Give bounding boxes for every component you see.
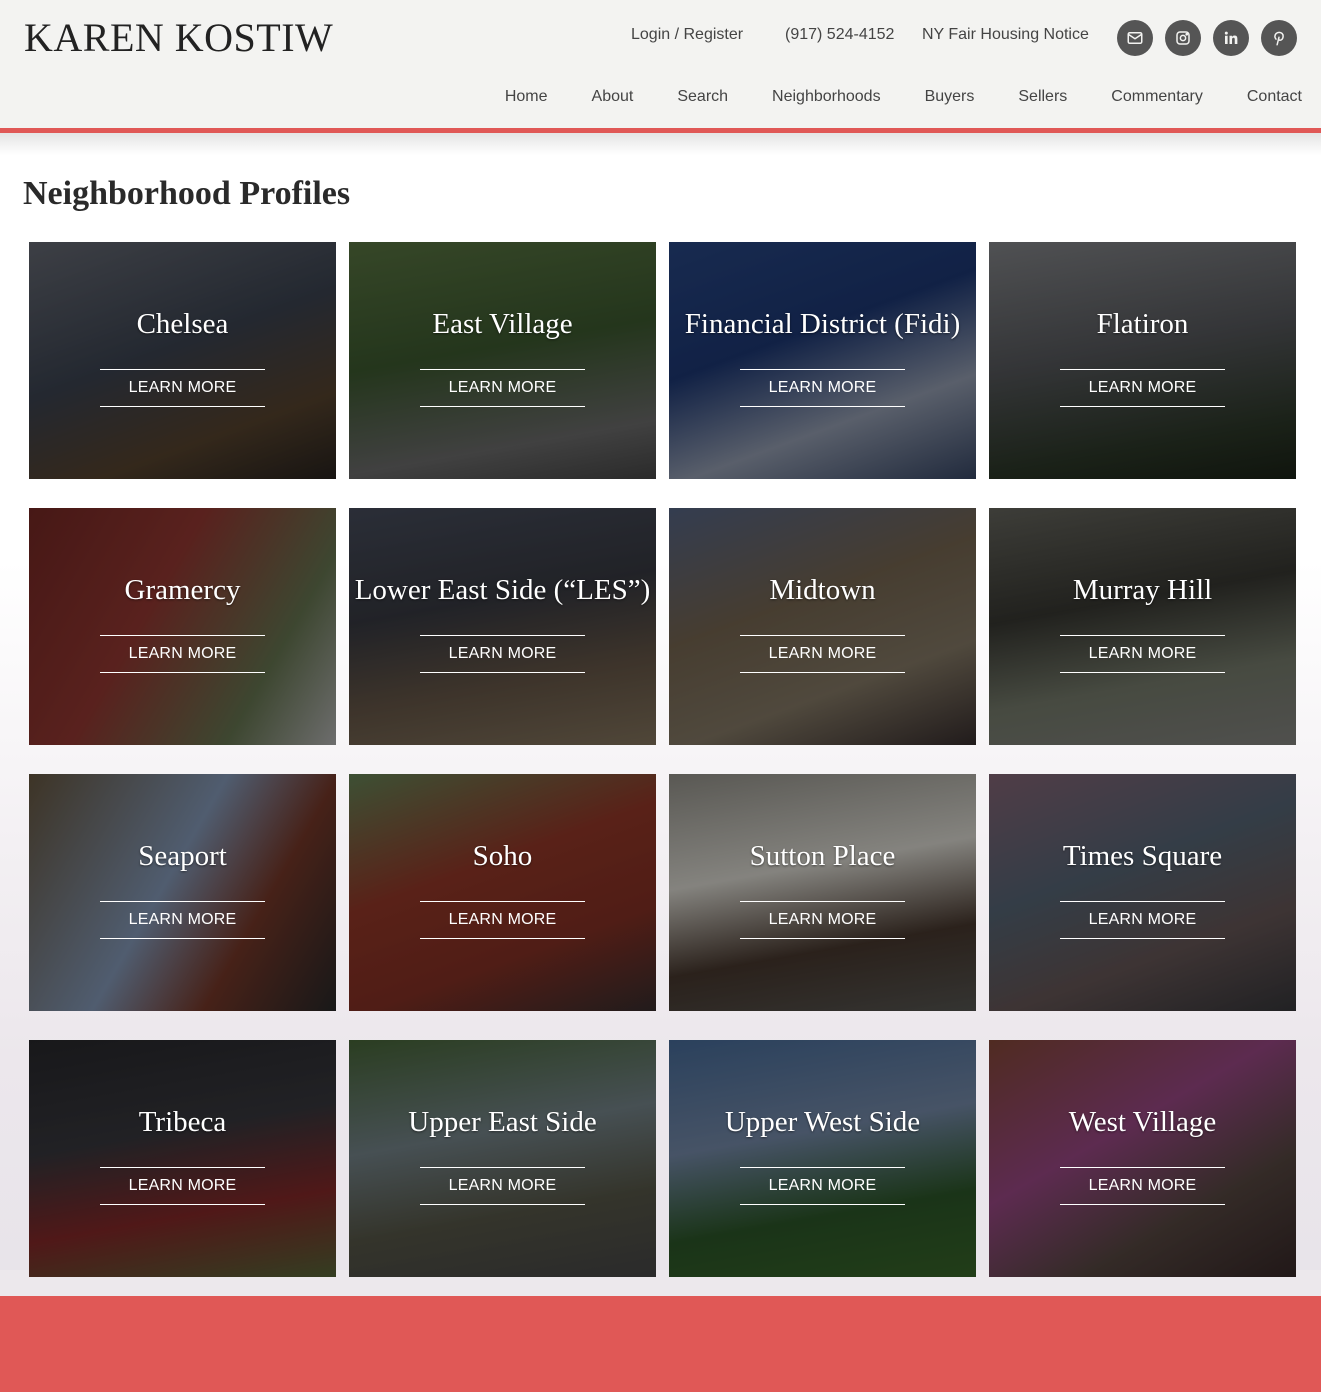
neighborhood-name: Gramercy [124, 574, 241, 606]
nav-sellers[interactable]: Sellers [1018, 88, 1067, 106]
instagram-button[interactable] [1165, 20, 1201, 56]
neighborhood-card-times-square[interactable]: Times Square LEARN MORE [989, 774, 1296, 1011]
page-title: Neighborhood Profiles [23, 175, 351, 212]
neighborhood-name: Upper East Side [408, 1106, 597, 1138]
photo-overlay [989, 508, 1296, 745]
neighborhood-name: Lower East Side (“LES”) [354, 574, 651, 606]
main-nav: Home About Search Neighborhoods Buyers S… [505, 88, 1302, 106]
photo-overlay [349, 242, 656, 479]
pinterest-icon [1274, 31, 1284, 46]
photo-overlay [669, 1040, 976, 1277]
login-register-link[interactable]: Login / Register [631, 26, 743, 44]
site-logo[interactable]: KAREN KOSTIW [24, 14, 333, 61]
neighborhood-card-gramercy[interactable]: Gramercy LEARN MORE [29, 508, 336, 745]
learn-more-button[interactable]: LEARN MORE [100, 1167, 265, 1205]
learn-more-button[interactable]: LEARN MORE [420, 369, 585, 407]
nav-search[interactable]: Search [677, 88, 728, 106]
instagram-icon [1176, 31, 1190, 45]
site-header: KAREN KOSTIW Login / Register (917) 524-… [0, 0, 1321, 128]
neighborhood-card-financial-district-fidi[interactable]: Financial District (Fidi) LEARN MORE [669, 242, 976, 479]
photo-overlay [989, 1040, 1296, 1277]
nav-home[interactable]: Home [505, 88, 548, 106]
photo-overlay [349, 1040, 656, 1277]
photo-overlay [29, 1040, 336, 1277]
photo-overlay [669, 242, 976, 479]
neighborhood-card-tribeca[interactable]: Tribeca LEARN MORE [29, 1040, 336, 1277]
neighborhood-grid: Chelsea LEARN MORE East Village LEARN MORE F… [29, 242, 1296, 1277]
photo-overlay [989, 774, 1296, 1011]
neighborhood-name: Soho [472, 840, 533, 872]
neighborhood-card-east-village[interactable]: East Village LEARN MORE [349, 242, 656, 479]
neighborhood-name: Times Square [1062, 840, 1223, 872]
neighborhood-name: Midtown [769, 574, 876, 606]
learn-more-button[interactable]: LEARN MORE [740, 635, 905, 673]
neighborhood-name: Chelsea [136, 308, 229, 340]
photo-overlay [669, 774, 976, 1011]
neighborhood-card-lower-east-side-les[interactable]: Lower East Side (“LES”) LEARN MORE [349, 508, 656, 745]
photo-overlay [669, 508, 976, 745]
photo-overlay [29, 774, 336, 1011]
photo-overlay [349, 774, 656, 1011]
neighborhood-card-seaport[interactable]: Seaport LEARN MORE [29, 774, 336, 1011]
photo-overlay [349, 508, 656, 745]
neighborhood-card-murray-hill[interactable]: Murray Hill LEARN MORE [989, 508, 1296, 745]
photo-overlay [29, 508, 336, 745]
neighborhood-name: Upper West Side [724, 1106, 921, 1138]
nav-contact[interactable]: Contact [1247, 88, 1302, 106]
nav-about[interactable]: About [592, 88, 634, 106]
learn-more-button[interactable]: LEARN MORE [100, 369, 265, 407]
learn-more-button[interactable]: LEARN MORE [420, 1167, 585, 1205]
learn-more-button[interactable]: LEARN MORE [100, 901, 265, 939]
email-icon [1127, 32, 1143, 44]
email-button[interactable] [1117, 20, 1153, 56]
learn-more-button[interactable]: LEARN MORE [740, 369, 905, 407]
phone-link[interactable]: (917) 524-4152 [785, 26, 894, 44]
neighborhood-name: Sutton Place [749, 840, 896, 872]
neighborhood-card-upper-west-side[interactable]: Upper West Side LEARN MORE [669, 1040, 976, 1277]
neighborhood-name: Seaport [138, 840, 227, 872]
learn-more-button[interactable]: LEARN MORE [1060, 901, 1225, 939]
neighborhood-card-chelsea[interactable]: Chelsea LEARN MORE [29, 242, 336, 479]
nav-neighborhoods[interactable]: Neighborhoods [772, 88, 881, 106]
neighborhood-card-midtown[interactable]: Midtown LEARN MORE [669, 508, 976, 745]
learn-more-button[interactable]: LEARN MORE [1060, 369, 1225, 407]
header-shadow [0, 133, 1321, 155]
learn-more-button[interactable]: LEARN MORE [420, 901, 585, 939]
linkedin-button[interactable] [1213, 20, 1249, 56]
neighborhood-card-sutton-place[interactable]: Sutton Place LEARN MORE [669, 774, 976, 1011]
nav-buyers[interactable]: Buyers [925, 88, 975, 106]
learn-more-button[interactable]: LEARN MORE [420, 635, 585, 673]
site-footer [0, 1296, 1321, 1392]
social-links [1117, 20, 1297, 56]
neighborhood-name: Murray Hill [1072, 574, 1213, 606]
nav-commentary[interactable]: Commentary [1111, 88, 1203, 106]
neighborhood-name: East Village [432, 308, 573, 340]
neighborhood-name: Tribeca [138, 1106, 227, 1138]
fair-housing-link[interactable]: NY Fair Housing Notice [922, 26, 1089, 44]
neighborhood-card-upper-east-side[interactable]: Upper East Side LEARN MORE [349, 1040, 656, 1277]
linkedin-icon [1224, 31, 1238, 44]
learn-more-button[interactable]: LEARN MORE [740, 1167, 905, 1205]
learn-more-button[interactable]: LEARN MORE [1060, 1167, 1225, 1205]
learn-more-button[interactable]: LEARN MORE [740, 901, 905, 939]
learn-more-button[interactable]: LEARN MORE [1060, 635, 1225, 673]
neighborhood-card-soho[interactable]: Soho LEARN MORE [349, 774, 656, 1011]
pinterest-button[interactable] [1261, 20, 1297, 56]
photo-overlay [989, 242, 1296, 479]
neighborhood-card-flatiron[interactable]: Flatiron LEARN MORE [989, 242, 1296, 479]
photo-overlay [29, 242, 336, 479]
neighborhood-name: Financial District (Fidi) [684, 308, 961, 340]
learn-more-button[interactable]: LEARN MORE [100, 635, 265, 673]
neighborhood-card-west-village[interactable]: West Village LEARN MORE [989, 1040, 1296, 1277]
neighborhood-name: West Village [1068, 1106, 1217, 1138]
neighborhood-name: Flatiron [1096, 308, 1189, 340]
